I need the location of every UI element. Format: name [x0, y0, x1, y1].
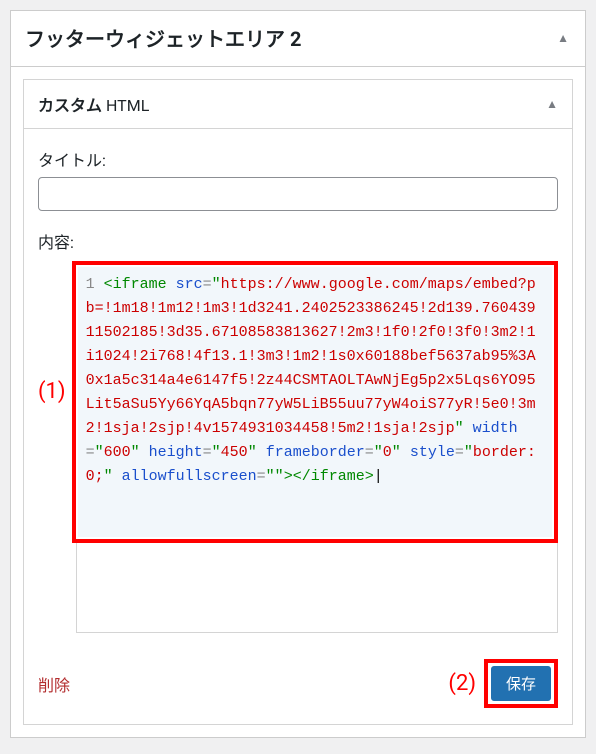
widget-panel: カスタム HTML ▲ タイトル: 内容: (1) 1 <iframe src=… — [23, 79, 573, 725]
code-token: " — [248, 444, 257, 461]
highlight-box-1: 1 <iframe src="https://www.google.com/ma… — [72, 261, 558, 543]
collapse-icon: ▲ — [546, 97, 558, 111]
highlight-box-2: 保存 — [484, 659, 558, 708]
code-token: > — [284, 468, 293, 485]
code-token: " — [131, 444, 140, 461]
code-token: src — [167, 276, 203, 293]
content-col: 1 <iframe src="https://www.google.com/ma… — [72, 259, 558, 633]
widget-body: タイトル: 内容: (1) 1 <iframe src="https://www… — [24, 129, 572, 647]
code-token: frameborder — [266, 444, 365, 461]
code-token: /maps/embed?pb=!1m18!1m12!1m3!1d3241.240… — [86, 276, 536, 437]
content-row: (1) 1 <iframe src="https://www.google.co… — [38, 259, 558, 633]
code-token: </ — [293, 468, 311, 485]
widget-title-bold: カスタム — [38, 96, 102, 115]
footer-right: (2) 保存 — [448, 659, 558, 708]
code-token: " — [455, 420, 464, 437]
code-token: style — [401, 444, 455, 461]
code-token: = — [455, 444, 464, 461]
widget-footer: 削除 (2) 保存 — [24, 647, 572, 724]
code-token: = — [203, 276, 212, 293]
code-token: allowfullscreen — [122, 468, 257, 485]
widget-area-header[interactable]: フッターウィジェットエリア 2 ▲ — [11, 11, 585, 67]
code-token: = — [365, 444, 374, 461]
code-token: 600 — [104, 444, 131, 461]
textarea-empty-area[interactable] — [76, 543, 558, 633]
code-token: > — [365, 468, 383, 485]
code-token: " — [374, 444, 383, 461]
code-token: < — [104, 276, 113, 293]
widget-title: カスタム HTML — [38, 92, 149, 116]
code-token: " — [275, 468, 284, 485]
code-token: iframe — [113, 276, 167, 293]
widget-area-title: フッターウィジェットエリア 2 — [25, 23, 301, 52]
annotation-2: (2) — [448, 671, 476, 696]
code-token: height — [140, 444, 203, 461]
widget-area-body: カスタム HTML ▲ タイトル: 内容: (1) 1 <iframe src=… — [11, 67, 585, 737]
code-token: " — [464, 444, 473, 461]
content-textarea[interactable]: 1 <iframe src="https://www.google.com/ma… — [78, 267, 552, 537]
code-token: 0 — [383, 444, 392, 461]
title-input[interactable] — [38, 177, 558, 211]
code-token: " — [104, 468, 113, 485]
delete-link[interactable]: 削除 — [38, 672, 70, 696]
code-token: = — [203, 444, 212, 461]
code-token: " — [95, 444, 104, 461]
code-token: = — [257, 468, 266, 485]
code-token: 450 — [221, 444, 248, 461]
line-number: 1 — [86, 276, 95, 293]
title-label: タイトル: — [38, 147, 558, 171]
widget-header[interactable]: カスタム HTML ▲ — [24, 80, 572, 129]
code-token: https://www.google.com — [221, 276, 419, 293]
code-token: = — [86, 444, 95, 461]
widget-title-rest: HTML — [102, 96, 149, 115]
code-token: width — [464, 420, 518, 437]
content-label: 内容: — [38, 229, 558, 253]
collapse-icon: ▲ — [557, 31, 569, 45]
code-token: iframe — [311, 468, 365, 485]
code-token: " — [212, 276, 221, 293]
save-button[interactable]: 保存 — [491, 666, 551, 701]
code-token: " — [212, 444, 221, 461]
code-token: " — [392, 444, 401, 461]
annotation-1: (1) — [38, 259, 66, 404]
widget-area-panel: フッターウィジェットエリア 2 ▲ カスタム HTML ▲ タイトル: 内容: … — [10, 10, 586, 738]
code-token: " — [266, 468, 275, 485]
